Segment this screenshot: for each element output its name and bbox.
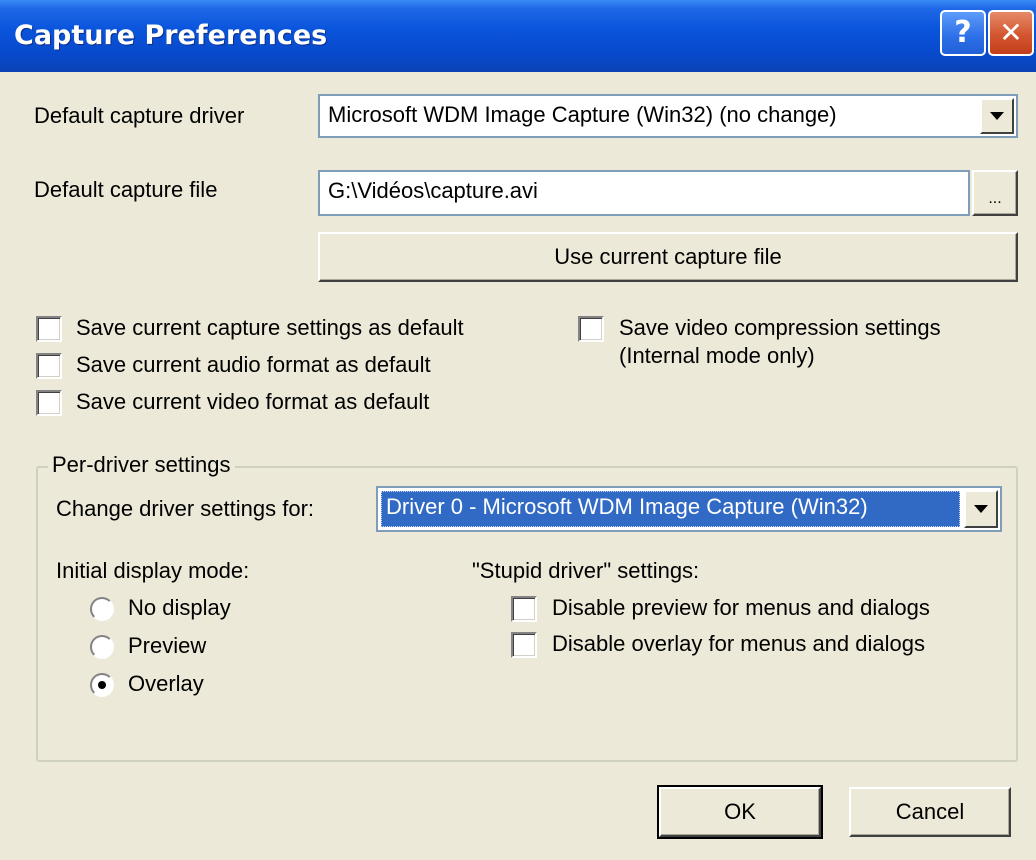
cancel-button[interactable]: Cancel xyxy=(849,787,1011,837)
disable-overlay-label: Disable overlay for menus and dialogs xyxy=(552,631,925,656)
save-capture-settings-checkbox[interactable] xyxy=(36,316,62,342)
save-compression-checkbox[interactable] xyxy=(578,316,604,342)
save-video-format-label: Save current video format as default xyxy=(76,389,430,414)
overlay-label: Overlay xyxy=(128,671,204,696)
capture-preferences-dialog: Capture Preferences ? ✕ Default capture … xyxy=(0,0,1036,860)
disable-preview-label: Disable preview for menus and dialogs xyxy=(552,595,930,620)
no-display-label: No display xyxy=(128,595,231,620)
capture-driver-value: Microsoft WDM Image Capture (Win32) (no … xyxy=(328,102,837,127)
save-video-format-checkbox[interactable] xyxy=(36,390,62,416)
chevron-down-icon[interactable] xyxy=(980,98,1014,134)
title-bar[interactable]: Capture Preferences ? ✕ xyxy=(0,0,1036,72)
save-compression-note: (Internal mode only) xyxy=(619,343,815,368)
browse-label: ... xyxy=(988,190,1002,207)
save-compression-label: Save video compression settings xyxy=(619,315,941,340)
use-current-capture-file-button[interactable]: Use current capture file xyxy=(318,232,1018,282)
radio-overlay[interactable] xyxy=(90,673,114,697)
save-audio-format-label: Save current audio format as default xyxy=(76,352,431,377)
ok-label: OK xyxy=(724,799,756,824)
ok-button[interactable]: OK xyxy=(657,785,823,839)
window-title: Capture Preferences xyxy=(14,20,328,51)
save-capture-settings-label: Save current capture settings as default xyxy=(76,315,464,340)
driver-select-dropdown[interactable]: Driver 0 - Microsoft WDM Image Capture (… xyxy=(376,486,1002,532)
display-mode-label: Initial display mode: xyxy=(56,558,250,583)
help-icon: ? xyxy=(954,15,972,50)
radio-preview[interactable] xyxy=(90,635,114,659)
capture-file-input[interactable]: G:\Vidéos\capture.avi xyxy=(318,170,970,216)
change-driver-label: Change driver settings for: xyxy=(56,496,315,521)
per-driver-group-title: Per-driver settings xyxy=(48,452,235,478)
radio-selected-dot xyxy=(98,681,106,689)
chevron-down-icon[interactable] xyxy=(964,490,998,528)
disable-overlay-checkbox[interactable] xyxy=(511,632,537,658)
close-button[interactable]: ✕ xyxy=(988,10,1034,56)
cancel-label: Cancel xyxy=(895,799,965,824)
capture-file-value: G:\Vidéos\capture.avi xyxy=(328,178,538,203)
preview-label: Preview xyxy=(128,633,207,658)
close-icon: ✕ xyxy=(999,16,1023,49)
radio-no-display[interactable] xyxy=(90,597,114,621)
disable-preview-checkbox[interactable] xyxy=(511,596,537,622)
driver-select-value: Driver 0 - Microsoft WDM Image Capture (… xyxy=(386,494,868,519)
use-current-label: Use current capture file xyxy=(554,244,782,269)
capture-file-label: Default capture file xyxy=(34,177,218,202)
browse-button[interactable]: ... xyxy=(972,170,1018,216)
help-button[interactable]: ? xyxy=(940,10,986,56)
capture-driver-dropdown[interactable]: Microsoft WDM Image Capture (Win32) (no … xyxy=(318,94,1018,138)
save-audio-format-checkbox[interactable] xyxy=(36,353,62,379)
stupid-driver-label: "Stupid driver" settings: xyxy=(472,558,700,583)
capture-driver-label: Default capture driver xyxy=(34,103,245,128)
